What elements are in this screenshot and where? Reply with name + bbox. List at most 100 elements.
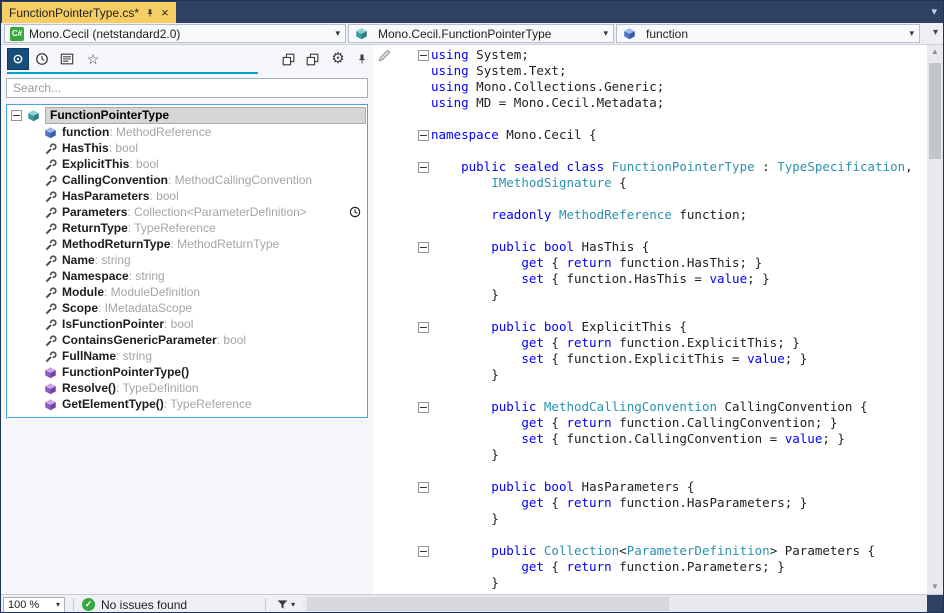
close-icon[interactable]: × <box>161 6 169 19</box>
code-line: using System.Text; <box>373 63 929 79</box>
pin-icon <box>356 53 368 65</box>
member-type: : TypeReference <box>164 397 252 411</box>
pin-icon[interactable] <box>145 8 155 18</box>
project-dropdown[interactable]: C# Mono.Cecil (netstandard2.0) ▾ <box>4 24 346 43</box>
outline-member-row[interactable]: function : MethodReference <box>7 124 367 140</box>
member-type: : MethodReference <box>109 125 211 139</box>
member-dropdown-label: function <box>646 27 688 41</box>
code-line: set { function.HasThis = value; } <box>373 271 929 287</box>
outline-member-row[interactable]: MethodReturnType : MethodReturnType <box>7 236 367 252</box>
outline-member-row[interactable]: Resolve() : TypeDefinition <box>7 380 367 396</box>
member-name: IsFunctionPointer <box>62 317 164 331</box>
outline-member-row[interactable]: ContainsGenericParameter : bool <box>7 332 367 348</box>
member-type: : IMetadataScope <box>98 301 192 315</box>
list-view-button[interactable] <box>56 48 78 70</box>
scroll-down-icon[interactable]: ▼ <box>927 580 943 594</box>
type-dropdown[interactable]: Mono.Cecil.FunctionPointerType ▾ <box>348 24 614 43</box>
member-type: : bool <box>164 317 193 331</box>
code-line: } <box>373 287 929 303</box>
code-line: readonly MethodReference function; <box>373 207 929 223</box>
member-type: : TypeReference <box>128 221 216 235</box>
pin-panel-button[interactable] <box>351 48 373 70</box>
fold-collapse-icon[interactable] <box>418 130 429 141</box>
tab-list-chevron-down-icon[interactable]: ▾ <box>931 5 937 18</box>
chevron-down-icon: ▾ <box>335 28 340 39</box>
outline-member-row[interactable]: ReturnType : TypeReference <box>7 220 367 236</box>
outline-member-row[interactable]: ExplicitThis : bool <box>7 156 367 172</box>
code-line: set { function.ExplicitThis = value; } <box>373 351 929 367</box>
navbar-overflow-chevron-down-icon[interactable]: ▾ <box>933 27 938 38</box>
zoom-level-label: 100 % <box>8 599 39 611</box>
scrollbar-thumb[interactable] <box>307 597 669 611</box>
code-editor[interactable]: using System;using System.Text;using Mon… <box>373 45 929 594</box>
fold-collapse-icon[interactable] <box>418 322 429 333</box>
property-icon <box>43 157 58 172</box>
member-dropdown[interactable]: function ▾ <box>616 24 920 43</box>
member-name: Namespace <box>62 269 129 283</box>
chevron-down-icon: ▾ <box>603 28 608 39</box>
outline-member-row[interactable]: Scope : IMetadataScope <box>7 300 367 316</box>
member-name: Module <box>62 285 104 299</box>
outline-member-row[interactable]: FunctionPointerType() <box>7 364 367 380</box>
member-type: : bool <box>129 157 158 171</box>
outline-member-row[interactable]: Module : ModuleDefinition <box>7 284 367 300</box>
code-line: public Collection<ParameterDefinition> P… <box>373 543 929 559</box>
fold-collapse-icon[interactable] <box>418 402 429 413</box>
member-type: : bool <box>149 189 178 203</box>
code-line <box>373 191 929 207</box>
outline-member-row[interactable]: Parameters : Collection<ParameterDefinit… <box>7 204 367 220</box>
code-line: public sealed class FunctionPointerType … <box>373 159 929 175</box>
code-line: get { return function.CallingConvention;… <box>373 415 929 431</box>
code-line: using MD = Mono.Cecil.Metadata; <box>373 95 929 111</box>
code-line: } <box>373 447 929 463</box>
chevron-down-icon: ▾ <box>56 600 60 609</box>
member-type: : string <box>95 253 131 267</box>
fold-collapse-icon[interactable] <box>418 546 429 557</box>
vertical-scrollbar[interactable]: ▲ ▼ <box>927 45 943 594</box>
outline-root-row[interactable]: FunctionPointerType <box>7 106 367 124</box>
outline-member-row[interactable]: HasParameters : bool <box>7 188 367 204</box>
outline-member-row[interactable]: Name : string <box>7 252 367 268</box>
health-check-icon[interactable]: ✓ <box>82 598 95 611</box>
document-tab-strip: FunctionPointerType.cs* × ▾ <box>1 1 943 23</box>
outline-member-row[interactable]: GetElementType() : TypeReference <box>7 396 367 412</box>
outline-member-row[interactable]: Namespace : string <box>7 268 367 284</box>
member-name: GetElementType() <box>62 397 164 411</box>
horizontal-scrollbar[interactable] <box>303 595 927 613</box>
active-document-tab[interactable]: FunctionPointerType.cs* × <box>2 2 176 23</box>
code-line <box>373 143 929 159</box>
toolbar-accent-underline <box>7 72 258 74</box>
code-line: public bool HasParameters { <box>373 479 929 495</box>
class-icon <box>26 108 41 123</box>
code-line <box>373 223 929 239</box>
settings-button[interactable]: ⚙ <box>327 48 349 70</box>
outline-member-row[interactable]: FullName : string <box>7 348 367 364</box>
status-separator <box>265 598 266 611</box>
outline-member-row[interactable]: CallingConvention : MethodCallingConvent… <box>7 172 367 188</box>
fold-collapse-icon[interactable] <box>418 50 429 61</box>
favorites-button[interactable]: ☆ <box>82 48 104 70</box>
duplicate-view-button[interactable] <box>301 48 323 70</box>
scroll-up-icon[interactable]: ▲ <box>927 45 943 59</box>
health-status-label: No issues found <box>101 598 187 612</box>
fold-collapse-icon[interactable] <box>418 162 429 173</box>
property-icon <box>43 269 58 284</box>
outline-member-row[interactable]: IsFunctionPointer : bool <box>7 316 367 332</box>
collapse-expander-icon[interactable] <box>11 110 22 121</box>
copy-button[interactable] <box>277 48 299 70</box>
code-line: get { return function.ExplicitThis; } <box>373 335 929 351</box>
history-button[interactable] <box>31 48 53 70</box>
members-view-button[interactable] <box>7 48 29 70</box>
search-input[interactable] <box>6 78 368 98</box>
member-name: ExplicitThis <box>62 157 129 171</box>
outline-panel: ☆ ⚙ FunctionPointerType function : Metho… <box>1 45 373 594</box>
code-line: get { return function.Parameters; } <box>373 559 929 575</box>
fold-collapse-icon[interactable] <box>418 482 429 493</box>
issues-filter-button[interactable]: ▾ <box>257 598 295 611</box>
class-icon <box>354 26 369 41</box>
outline-member-row[interactable]: HasThis : bool <box>7 140 367 156</box>
scrollbar-thumb[interactable] <box>929 63 941 159</box>
fold-collapse-icon[interactable] <box>418 242 429 253</box>
zoom-level-select[interactable]: 100 % ▾ <box>3 597 65 613</box>
editor-navigation-bar: C# Mono.Cecil (netstandard2.0) ▾ Mono.Ce… <box>1 23 943 45</box>
